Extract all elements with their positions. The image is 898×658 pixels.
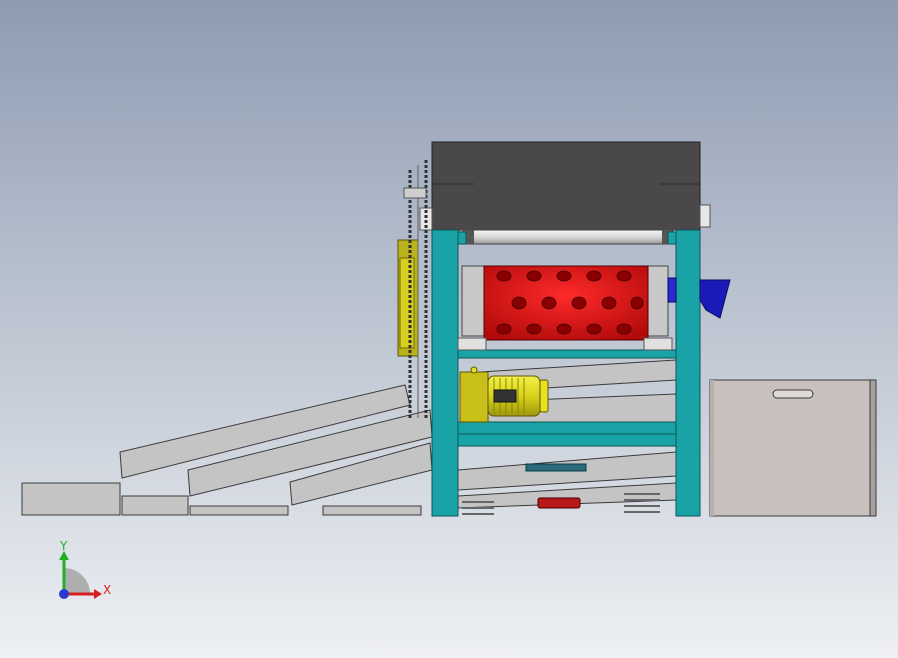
bin-handle-slot [772, 389, 814, 399]
feed-hopper [419, 141, 711, 231]
frame-cap-right [667, 231, 677, 245]
frame-right-post [675, 229, 701, 517]
frame-left-post [431, 229, 459, 517]
top-roller [459, 229, 679, 245]
base-block-3 [189, 505, 289, 516]
triad-x-label: X [103, 583, 111, 597]
cad-viewport[interactable]: Y X [0, 0, 898, 658]
frame-cap-left [457, 231, 467, 245]
cad-drawing: Y X [0, 0, 898, 658]
drive-guard [397, 239, 419, 357]
base-block-4 [322, 505, 422, 516]
teal-plate [525, 463, 587, 472]
collection-bin [709, 379, 877, 517]
frame-crossbar-mid [457, 349, 677, 359]
red-bracket [537, 497, 581, 509]
drive-shaft [403, 187, 427, 199]
base-block-1 [21, 482, 121, 516]
base-block-2 [121, 495, 189, 516]
chute-flange [667, 277, 677, 303]
triad-y-label: Y [59, 539, 68, 553]
perforated-drum [457, 265, 673, 351]
triad-z-axis [59, 589, 69, 599]
